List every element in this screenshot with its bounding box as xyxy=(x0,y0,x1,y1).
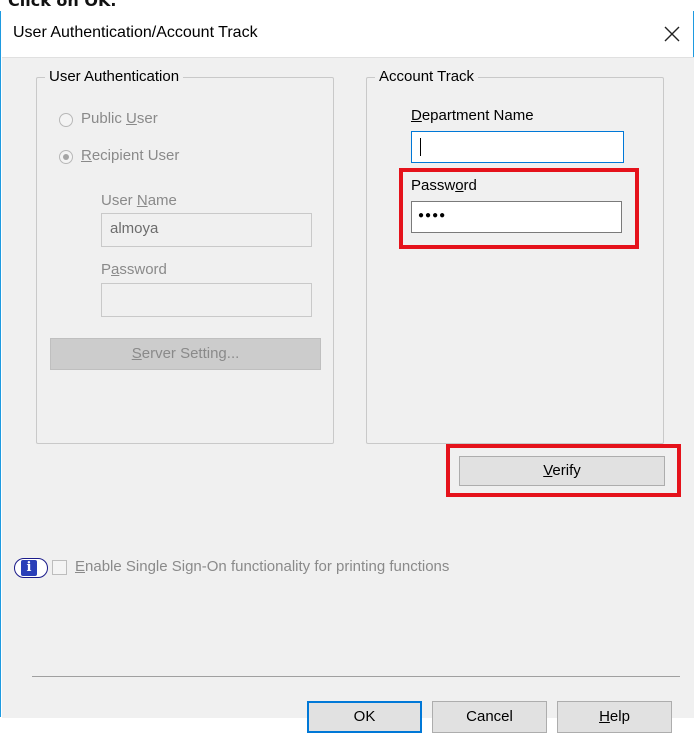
server-setting-button[interactable]: Server Setting... xyxy=(50,338,321,370)
info-icon[interactable]: i xyxy=(14,558,48,578)
account-track-group: Account Track Department Name Password ●… xyxy=(366,68,664,444)
user-authentication-legend: User Authentication xyxy=(45,68,184,85)
sso-label: Enable Single Sign-On functionality for … xyxy=(75,558,450,575)
ua-password-field[interactable] xyxy=(101,283,312,317)
ok-button[interactable]: OK xyxy=(307,701,422,733)
text-cursor xyxy=(420,138,421,156)
public-user-label: Public User xyxy=(81,110,158,127)
department-name-label: Department Name xyxy=(411,107,534,124)
account-track-legend: Account Track xyxy=(375,68,479,85)
help-button[interactable]: Help xyxy=(557,701,672,733)
recipient-user-radio[interactable] xyxy=(59,150,73,164)
department-name-field[interactable] xyxy=(411,131,624,163)
user-name-label: User Name xyxy=(101,192,177,209)
ua-password-label: Password xyxy=(101,261,167,278)
footer-divider xyxy=(32,676,680,677)
at-password-field[interactable]: ●●●● xyxy=(411,201,622,233)
verify-button[interactable]: Verify xyxy=(459,456,665,486)
user-name-field[interactable]: almoya xyxy=(101,213,312,247)
title-bar: User Authentication/Account Track xyxy=(1,11,693,57)
document-caption: Click on OK. xyxy=(8,0,117,10)
public-user-radio[interactable] xyxy=(59,113,73,127)
user-authentication-group: User Authentication Public User Recipien… xyxy=(36,68,334,444)
auth-dialog: User Authentication/Account Track User A… xyxy=(0,11,694,733)
recipient-user-label: Recipient User xyxy=(81,147,180,164)
sso-checkbox[interactable] xyxy=(52,560,67,575)
dialog-body: User Authentication Public User Recipien… xyxy=(2,57,694,733)
dialog-title: User Authentication/Account Track xyxy=(13,24,258,41)
close-icon xyxy=(664,26,680,42)
cancel-button[interactable]: Cancel xyxy=(432,701,547,733)
close-button[interactable] xyxy=(657,19,687,49)
at-password-label: Password xyxy=(411,177,477,194)
